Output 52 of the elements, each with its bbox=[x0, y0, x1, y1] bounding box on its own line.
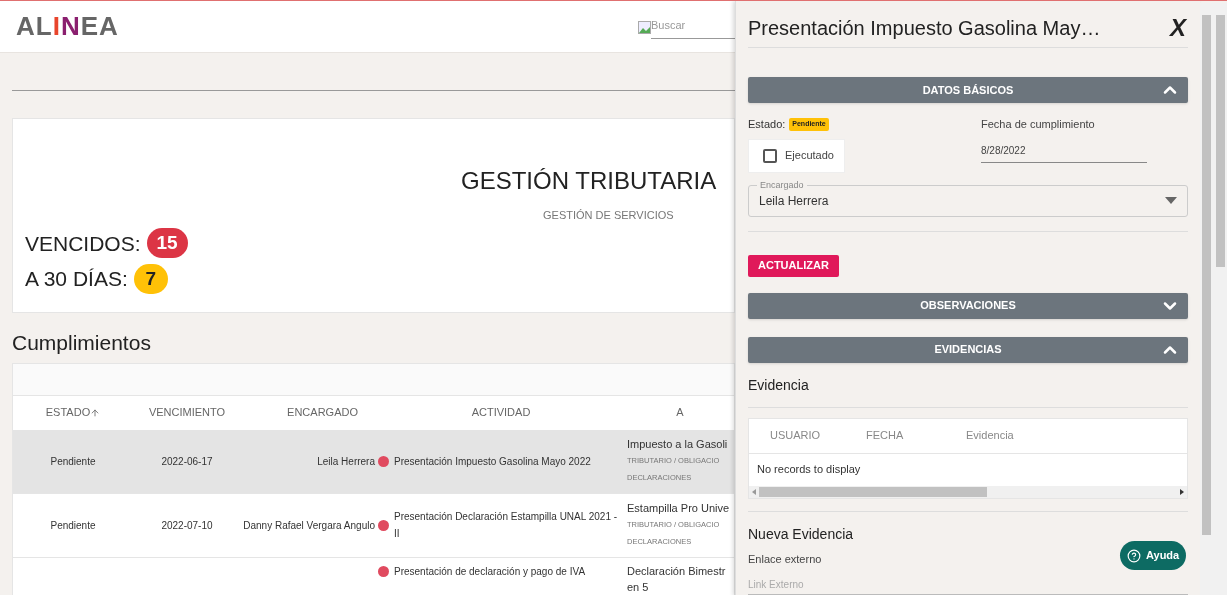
column-header[interactable]: Evidencia bbox=[966, 427, 1014, 444]
close-button[interactable]: X bbox=[1170, 10, 1188, 46]
section-heading: Nueva Evidencia bbox=[748, 524, 854, 544]
field-label: Estado: bbox=[748, 117, 786, 132]
column-header[interactable]: USUARIO bbox=[770, 427, 866, 444]
column-header[interactable]: VENCIMIENTO bbox=[148, 404, 226, 421]
column-header[interactable]: ESTADO bbox=[45, 404, 101, 421]
page-subtitle: GESTIÓN DE SERVICIOS bbox=[543, 208, 674, 223]
table-cell-text: Impuesto a la Gasoli bbox=[627, 437, 728, 452]
table-cell-text: Pendiente bbox=[50, 518, 96, 533]
table-cell-text: Estampilla Pro Unive bbox=[627, 501, 730, 516]
column-header[interactable]: ENCARGADO bbox=[287, 404, 358, 421]
table-cell-text: Declaración Bimestr bbox=[627, 563, 726, 579]
counter-label: VENCIDOS: bbox=[25, 230, 141, 257]
counter-label: A 30 DÍAS: bbox=[25, 266, 128, 292]
section-heading: Evidencia bbox=[748, 375, 809, 395]
broken-image-icon bbox=[638, 21, 651, 34]
section-title: Cumplimientos bbox=[12, 330, 151, 356]
date-field[interactable]: 8/28/2022 bbox=[981, 142, 1147, 163]
section-header[interactable]: OBSERVACIONES bbox=[748, 292, 1188, 319]
table-cell-text: 2022-07-10 bbox=[161, 518, 213, 533]
help-icon bbox=[1127, 548, 1141, 563]
link-field[interactable]: Link Externo bbox=[748, 577, 1188, 595]
table-cell-text: 2022-06-17 bbox=[161, 454, 213, 469]
count-badge: 15 bbox=[146, 228, 188, 259]
table-cell-text: Presentación de declaración y pago de IVA bbox=[394, 564, 587, 579]
table-cell-text: Leila Herrera bbox=[317, 454, 375, 469]
dropdown-caret-icon bbox=[1165, 197, 1177, 204]
column-header[interactable]: A bbox=[676, 404, 684, 421]
update-button[interactable]: ACTUALIZAR bbox=[748, 254, 839, 277]
empty-message: No records to display bbox=[757, 462, 861, 478]
count-badge: 7 bbox=[133, 263, 168, 294]
drawer-title: Presentación Impuesto Gasolina May… bbox=[748, 16, 1101, 41]
logo[interactable]: ALINEA bbox=[16, 7, 119, 46]
checkbox[interactable]: Ejecutado bbox=[748, 138, 845, 173]
horizontal-scrollbar[interactable] bbox=[749, 485, 1187, 498]
table-cell-text: Presentación Impuesto Gasolina Mayo 2022 bbox=[394, 454, 592, 469]
field-label: Fecha de cumplimiento bbox=[981, 117, 1095, 132]
section-header[interactable]: DATOS BÁSICOS bbox=[748, 77, 1188, 103]
scroll-right-icon[interactable] bbox=[1180, 488, 1184, 495]
help-button[interactable]: Ayuda bbox=[1120, 541, 1187, 570]
table-cell-text: Presentación Declaración Estampilla UNAL 2021 - II bbox=[394, 510, 619, 541]
column-header[interactable]: ACTIVIDAD bbox=[471, 404, 531, 421]
column-header[interactable]: FECHA bbox=[866, 427, 966, 444]
page-title: GESTIÓN TRIBUTARIA bbox=[461, 166, 717, 196]
scroll-left-icon[interactable] bbox=[752, 488, 756, 495]
table-cell-text: Danny Rafael Vergara Angulo bbox=[243, 518, 375, 533]
field-label: Enlace externo bbox=[748, 551, 822, 567]
section-header[interactable]: EVIDENCIAS bbox=[748, 336, 1188, 363]
sort-arrow-icon bbox=[90, 407, 101, 418]
table-cell-text: Pendiente bbox=[50, 454, 96, 469]
table-cell-text: en 5 bbox=[627, 579, 649, 595]
